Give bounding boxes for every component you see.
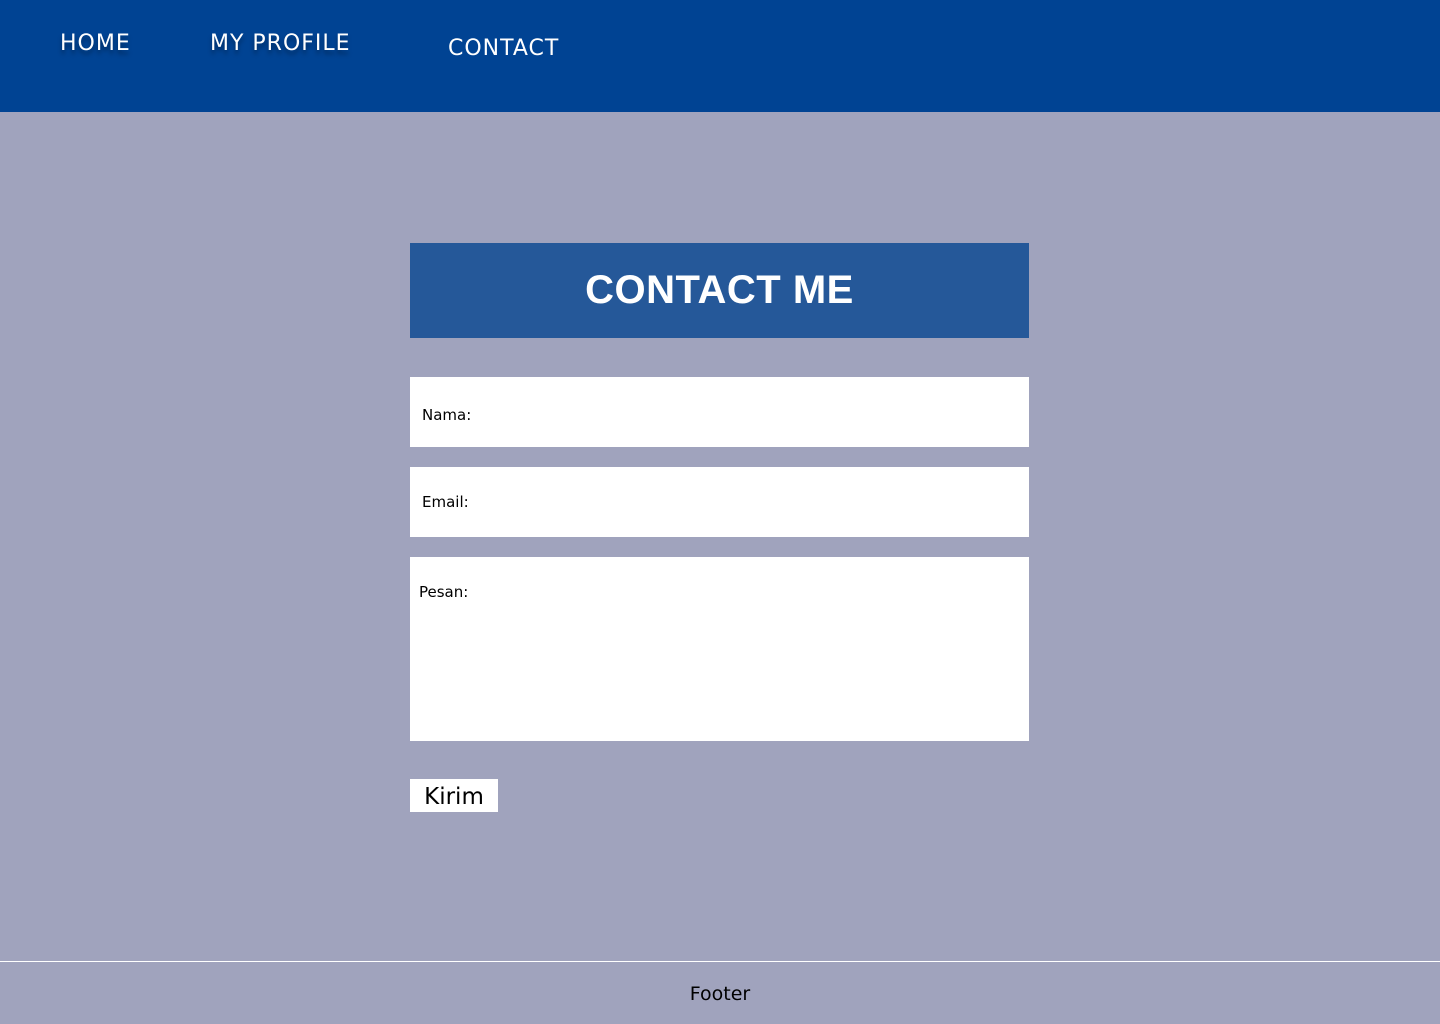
email-field[interactable]: Email: xyxy=(410,467,1029,537)
message-field[interactable]: Pesan: xyxy=(410,557,1029,741)
email-field-label: Email: xyxy=(422,493,469,511)
footer-divider xyxy=(0,961,1440,962)
submit-button[interactable]: Kirim xyxy=(410,779,498,812)
name-field-label: Nama: xyxy=(422,406,472,424)
name-field[interactable]: Nama: xyxy=(410,377,1029,447)
contact-title-banner: CONTACT ME xyxy=(410,243,1029,338)
navbar: HOME MY PROFILE CONTACT xyxy=(0,0,1440,112)
page-title: CONTACT ME xyxy=(585,268,854,312)
nav-link-my-profile[interactable]: MY PROFILE xyxy=(210,31,351,56)
nav-link-home[interactable]: HOME xyxy=(60,31,131,56)
nav-link-contact[interactable]: CONTACT xyxy=(448,36,559,61)
footer-text: Footer xyxy=(689,983,751,1005)
message-field-label: Pesan: xyxy=(419,583,469,601)
